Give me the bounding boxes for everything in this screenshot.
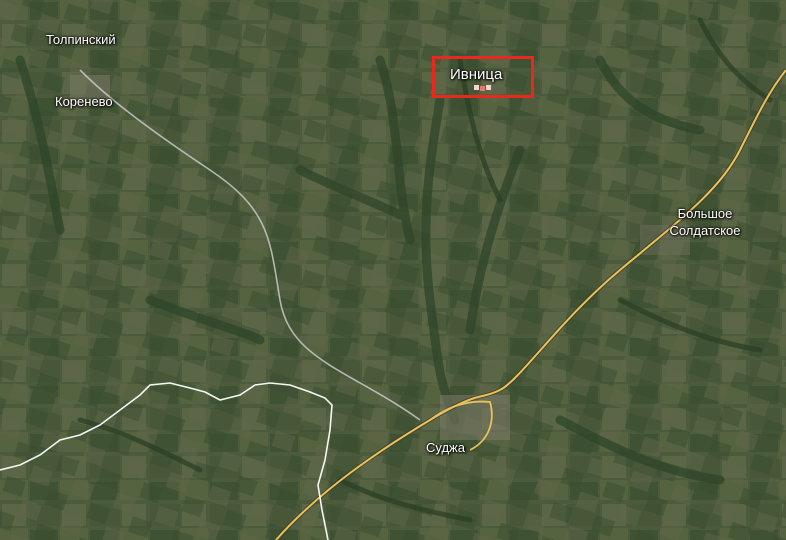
- satellite-map[interactable]: Толпинский Коренево Ивница Большое Солда…: [0, 0, 786, 540]
- place-label-bolshoe-soldatskoe[interactable]: Большое Солдатское: [652, 205, 758, 239]
- place-label-line: Большое: [677, 206, 733, 221]
- place-label-line: Солдатское: [669, 223, 741, 238]
- terrain-layer: [0, 0, 786, 540]
- place-label-korenevo[interactable]: Коренево: [55, 93, 113, 110]
- place-label-tolpinsky[interactable]: Толпинский: [46, 31, 116, 48]
- place-label-sudzha[interactable]: Суджа: [426, 439, 465, 456]
- place-label-ivnitsa[interactable]: Ивница: [450, 66, 502, 83]
